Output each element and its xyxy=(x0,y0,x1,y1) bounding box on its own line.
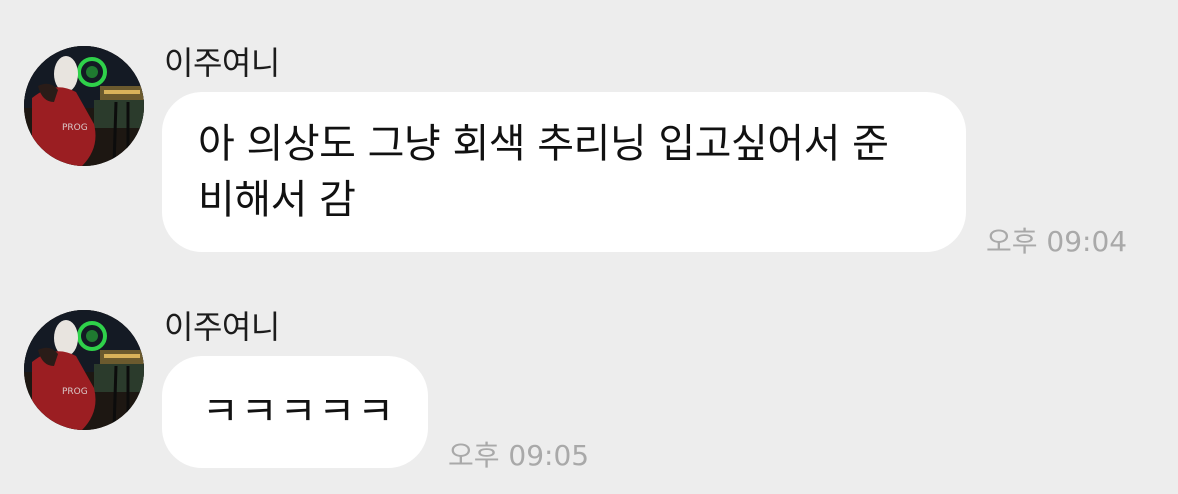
avatar[interactable]: PROG xyxy=(24,310,144,430)
message-text-line: ㅋㅋㅋㅋㅋ xyxy=(202,389,396,435)
message-timestamp: 오후 09:05 xyxy=(448,439,590,472)
message-text-line: 비해서 감 xyxy=(198,177,356,223)
svg-text:PROG: PROG xyxy=(62,123,88,133)
sender-name: 이주여니 xyxy=(164,44,280,82)
sender-name: 이주여니 xyxy=(164,308,280,346)
svg-text:PROG: PROG xyxy=(62,387,88,397)
message-text-line: 아 의상도 그냥 회색 추리닝 입고싶어서 준 xyxy=(198,121,889,167)
profile-photo-icon: PROG xyxy=(24,46,144,166)
message-bubble[interactable]: 아 의상도 그냥 회색 추리닝 입고싶어서 준 비해서 감 xyxy=(162,92,966,252)
message-timestamp: 오후 09:04 xyxy=(986,225,1128,258)
profile-photo-icon: PROG xyxy=(24,310,144,430)
message-bubble[interactable]: ㅋㅋㅋㅋㅋ xyxy=(162,356,428,468)
avatar[interactable]: PROG xyxy=(24,46,144,166)
